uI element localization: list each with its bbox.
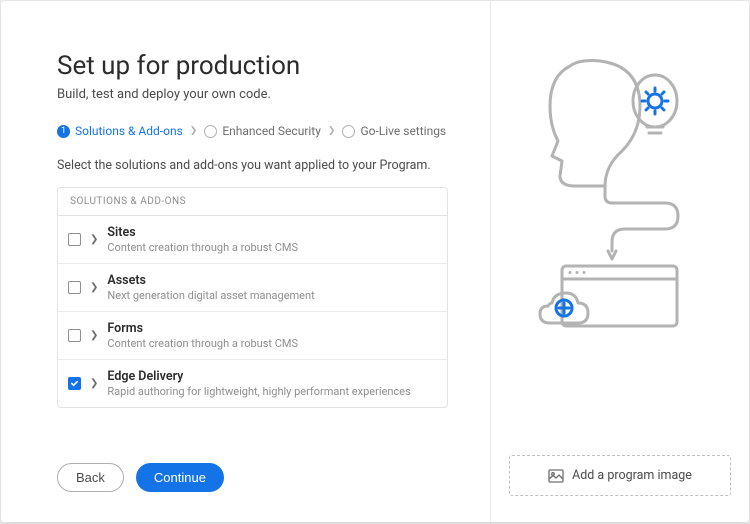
- checkbox[interactable]: [68, 329, 81, 342]
- row-desc: Next generation digital asset management: [107, 289, 437, 302]
- chevron-right-icon: ❯: [190, 126, 198, 136]
- step-circle-icon: [342, 125, 355, 138]
- checkbox[interactable]: [68, 233, 81, 246]
- row-text: AssetsNext generation digital asset mana…: [107, 273, 437, 302]
- step-circle-icon: [204, 125, 217, 138]
- step-label: Enhanced Security: [222, 124, 321, 138]
- checkbox[interactable]: [68, 377, 81, 390]
- wizard-steps: 1 Solutions & Add-ons ❯ Enhanced Securit…: [57, 124, 448, 138]
- solution-row-forms[interactable]: ❯ FormsContent creation through a robust …: [58, 312, 447, 360]
- page-title: Set up for production: [57, 51, 448, 81]
- row-text: FormsContent creation through a robust C…: [107, 321, 437, 350]
- solutions-list: SOLUTIONS & ADD-ONS ❯SitesContent creati…: [57, 187, 448, 408]
- row-title: Sites: [107, 225, 437, 240]
- step-number-icon: 1: [57, 125, 70, 138]
- footer-actions: Back Continue: [57, 443, 448, 492]
- checkbox[interactable]: [68, 281, 81, 294]
- row-desc: Content creation through a robust CMS: [107, 337, 437, 350]
- chevron-right-icon: ❯: [90, 234, 98, 245]
- left-pane: Set up for production Build, test and de…: [1, 1, 491, 522]
- right-pane: Add a program image: [491, 1, 749, 522]
- page-subtitle: Build, test and deploy your own code.: [57, 87, 448, 102]
- continue-button[interactable]: Continue: [136, 463, 224, 492]
- wizard-step-solutions[interactable]: 1 Solutions & Add-ons: [57, 124, 183, 138]
- step-label: Solutions & Add-ons: [75, 124, 183, 138]
- row-title: Edge Delivery: [107, 369, 437, 384]
- solution-row-assets[interactable]: ❯ AssetsNext generation digital asset man…: [58, 264, 447, 312]
- wizard-step-golive[interactable]: Go-Live settings: [342, 124, 446, 138]
- list-heading: SOLUTIONS & ADD-ONS: [58, 188, 447, 216]
- row-desc: Content creation through a robust CMS: [107, 241, 437, 254]
- upload-label: Add a program image: [572, 468, 692, 483]
- image-icon: [548, 469, 564, 483]
- row-desc: Rapid authoring for lightweight, highly …: [107, 385, 437, 398]
- step-label: Go-Live settings: [360, 124, 446, 138]
- chevron-right-icon: ❯: [328, 126, 336, 136]
- add-program-image-button[interactable]: Add a program image: [509, 455, 731, 496]
- chevron-right-icon: ❯: [90, 378, 98, 389]
- row-text: Edge DeliveryRapid authoring for lightwe…: [107, 369, 437, 398]
- idea-illustration: [530, 51, 710, 331]
- wizard-step-security[interactable]: Enhanced Security: [204, 124, 321, 138]
- row-title: Assets: [107, 273, 437, 288]
- solution-row-edge-delivery[interactable]: ❯ Edge DeliveryRapid authoring for lightw…: [58, 360, 447, 407]
- chevron-right-icon: ❯: [90, 330, 98, 341]
- setup-modal: Set up for production Build, test and de…: [1, 1, 749, 522]
- solution-row-sites[interactable]: ❯ SitesContent creation through a robust …: [58, 216, 447, 264]
- instruction-text: Select the solutions and add-ons you wan…: [57, 158, 448, 173]
- row-title: Forms: [107, 321, 437, 336]
- chevron-right-icon: ❯: [90, 282, 98, 293]
- row-text: SitesContent creation through a robust C…: [107, 225, 437, 254]
- back-button[interactable]: Back: [57, 463, 124, 492]
